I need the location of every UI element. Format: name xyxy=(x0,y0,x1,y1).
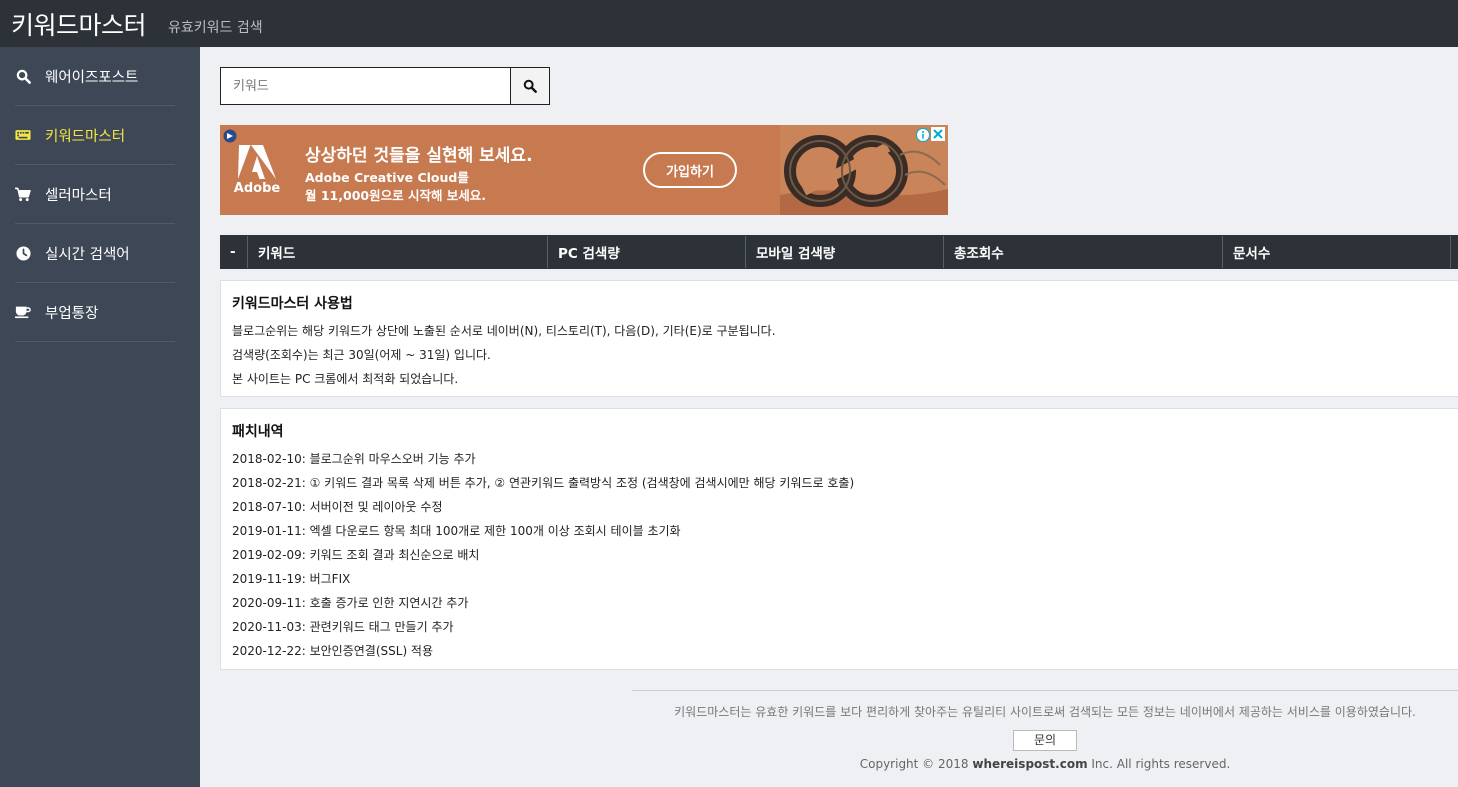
usage-panel: 키워드마스터 사용법 블로그순위는 해당 키워드가 상단에 노출된 순서로 네이… xyxy=(220,280,1458,397)
copyright: Copyright © 2018 whereispost.com Inc. Al… xyxy=(632,757,1458,771)
main-content: Adobe 상상하던 것들을 실현해 보세요. Adobe Creative C… xyxy=(200,47,1458,787)
usage-line: 블로그순위는 해당 키워드가 상단에 노출된 순서로 네이버(N), 티스토리(… xyxy=(232,324,776,338)
patch-line: 2018-07-10: 서버이전 및 레이아웃 수정 xyxy=(232,500,443,514)
ad-subline-1: Adobe Creative Cloud를 xyxy=(305,170,469,185)
sidebar-item-sellermaster[interactable]: 셀러마스터 xyxy=(15,165,175,224)
column-header-pc-volume[interactable]: PC 검색량 xyxy=(548,236,746,268)
ad-signup-button[interactable]: 가입하기 xyxy=(643,152,737,188)
usage-line: 검색량(조회수)는 최근 30일(어제 ~ 31일) 입니다. xyxy=(232,348,491,362)
ad-banner[interactable]: Adobe 상상하던 것들을 실현해 보세요. Adobe Creative C… xyxy=(220,125,948,215)
sidebar-item-label: 웨어이즈포스트 xyxy=(45,69,139,86)
search-input[interactable] xyxy=(221,68,510,104)
sidebar-item-label: 셀러마스터 xyxy=(45,187,112,204)
sidebar-item-whereispost[interactable]: 웨어이즈포스트 xyxy=(15,47,175,106)
ad-info-icon[interactable] xyxy=(916,127,930,142)
patch-line: 2019-11-19: 버그FIX xyxy=(232,572,351,586)
ad-brand: Adobe xyxy=(233,180,281,196)
column-header-keyword[interactable]: 키워드 xyxy=(248,236,548,268)
patch-line: 2019-01-11: 엑셀 다운로드 항목 최대 100개로 제한 100개 … xyxy=(232,524,681,538)
adobe-logo: Adobe xyxy=(230,139,284,201)
sidebar-item-label: 실시간 검색어 xyxy=(45,246,130,263)
usage-title: 키워드마스터 사용법 xyxy=(232,296,353,312)
clock-icon xyxy=(15,245,31,261)
column-header-total-views[interactable]: 총조회수 xyxy=(944,236,1223,268)
brand-title[interactable]: 키워드마스터 xyxy=(11,6,147,42)
sidebar-item-label: 부업통장 xyxy=(45,305,99,322)
ad-close-icon[interactable] xyxy=(931,127,945,141)
footer: 키워드마스터는 유효한 키워드를 보다 편리하게 찾아주는 유틸리티 사이트로써… xyxy=(632,690,1458,771)
search-button[interactable] xyxy=(510,68,549,104)
brand-tagline: 유효키워드 검색 xyxy=(168,19,263,36)
ad-subline-2: 월 11,000원으로 시작해 보세요. xyxy=(305,188,487,203)
copyright-prefix: Copyright © 2018 xyxy=(859,757,973,771)
top-bar: 키워드마스터 유효키워드 검색 xyxy=(0,0,1458,47)
usage-line: 본 사이트는 PC 크롬에서 최적화 되었습니다. xyxy=(232,372,459,386)
patch-title: 패치내역 xyxy=(232,424,284,440)
patch-line: 2019-02-09: 키워드 조회 결과 최신순으로 배치 xyxy=(232,548,480,562)
copyright-domain-link[interactable]: whereispost.com xyxy=(972,757,1087,771)
sidebar-item-label: 키워드마스터 xyxy=(45,128,126,145)
search-icon xyxy=(15,68,31,84)
patch-line: 2020-11-03: 관련키워드 태그 만들기 추가 xyxy=(232,620,454,634)
column-header-mobile-volume[interactable]: 모바일 검색량 xyxy=(746,236,944,268)
keyword-table-header: - 키워드 PC 검색량 모바일 검색량 총조회수 문서수 xyxy=(220,235,1458,269)
sidebar-item-realtime-search[interactable]: 실시간 검색어 xyxy=(15,224,175,283)
sidebar: 웨어이즈포스트 키워드마스터 셀러마스터 실시간 검색어 부업통장 xyxy=(0,47,200,787)
patch-line: 2018-02-10: 블로그순위 마우스오버 기능 추가 xyxy=(232,452,476,466)
cart-icon xyxy=(15,186,31,202)
sidebar-item-side-job[interactable]: 부업통장 xyxy=(15,283,175,342)
contact-button[interactable]: 문의 xyxy=(1013,730,1077,751)
patch-line: 2020-12-22: 보안인증연결(SSL) 적용 xyxy=(232,644,434,658)
column-header-select[interactable]: - xyxy=(221,236,248,268)
patch-line: 2020-09-11: 호출 증가로 인한 지연시간 추가 xyxy=(232,596,469,610)
search-box xyxy=(220,67,550,105)
column-header-doc-count[interactable]: 문서수 xyxy=(1223,236,1451,268)
patch-line: 2018-02-21: ① 키워드 결과 목록 삭제 버튼 추가, ② 연관키워… xyxy=(232,476,855,490)
footer-disclaimer: 키워드마스터는 유효한 키워드를 보다 편리하게 찾아주는 유틸리티 사이트로써… xyxy=(674,705,1416,719)
search-icon xyxy=(523,79,537,93)
copyright-suffix: Inc. All rights reserved. xyxy=(1087,757,1231,771)
adobe-icon xyxy=(238,144,276,179)
coffee-icon xyxy=(15,304,31,320)
ad-headline: 상상하던 것들을 실현해 보세요. xyxy=(305,146,533,166)
sidebar-item-keywordmaster[interactable]: 키워드마스터 xyxy=(15,106,175,165)
keyboard-icon xyxy=(15,127,31,143)
patch-notes-panel: 패치내역 2018-02-10: 블로그순위 마우스오버 기능 추가 2018-… xyxy=(220,408,1458,670)
